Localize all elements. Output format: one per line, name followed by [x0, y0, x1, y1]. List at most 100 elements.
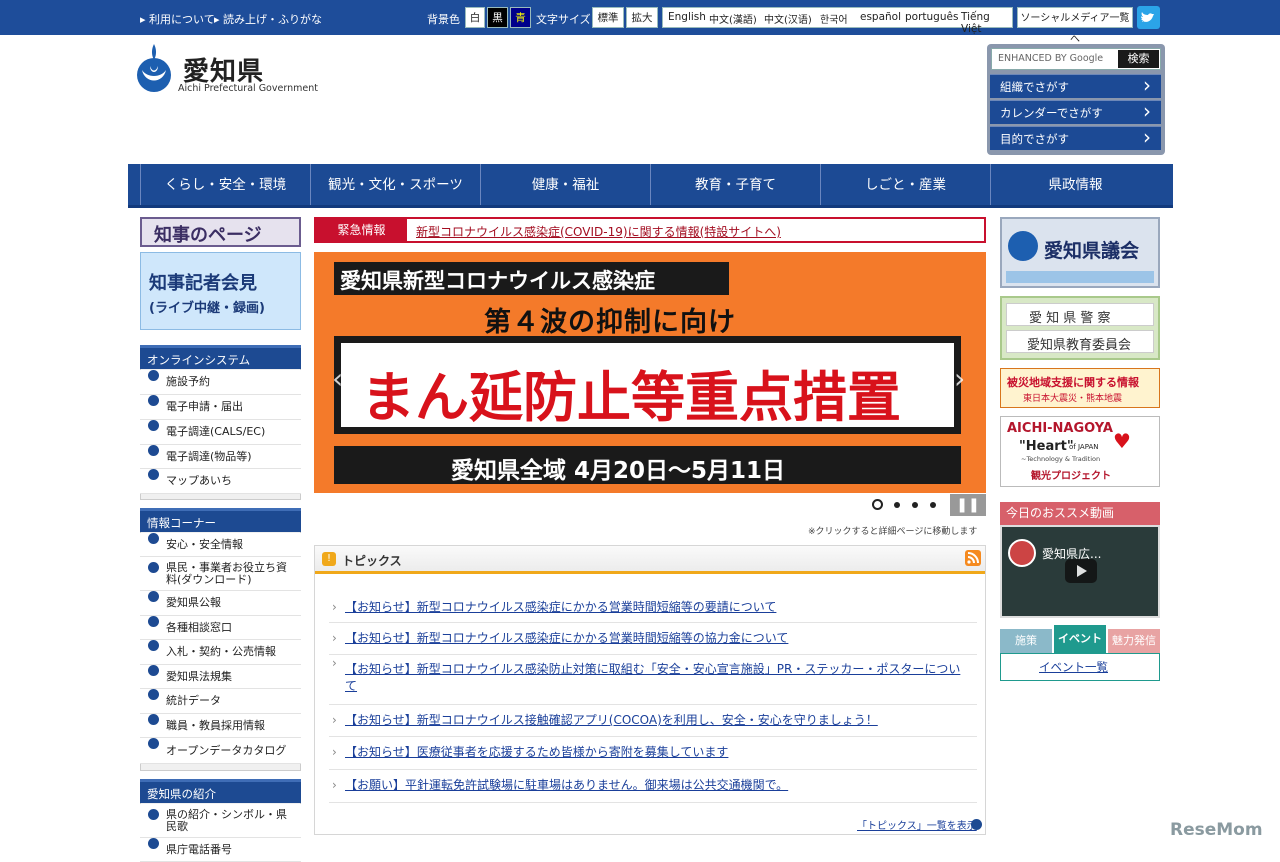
- slide-line4: 愛知県全域 4月20日～5月11日: [451, 458, 786, 484]
- search-by-purpose[interactable]: 目的でさがす: [990, 125, 1161, 150]
- twitter-icon[interactable]: [1137, 6, 1160, 29]
- aichi-nagoya-banner[interactable]: AICHI-NAGOYA "Heart" of JAPAN ~Technolog…: [1000, 416, 1160, 487]
- main-slider[interactable]: 愛知県新型コロナウイルス感染症 第４波の抑制に向け まん延防止等重点措置 愛知県…: [314, 252, 986, 493]
- assembly-banner[interactable]: 愛知県議会: [1000, 217, 1160, 288]
- press-conference-banner[interactable]: 知事記者会見 (ライブ中継・録画): [140, 252, 301, 330]
- site-subtitle: Aichi Prefectural Government: [178, 83, 318, 94]
- online-item-goods[interactable]: 電子調達(物品等): [140, 445, 301, 469]
- pause-icon[interactable]: ❚❚: [950, 494, 986, 516]
- intro-item-phone[interactable]: 県庁電話番号: [140, 838, 301, 862]
- play-icon[interactable]: [1065, 559, 1097, 583]
- topic-item-5[interactable]: 【お知らせ】医療従事者を応援するため皆様から寄附を募集しています: [329, 737, 977, 770]
- info-corner-title: 情報コーナー: [140, 508, 301, 532]
- topics-header: ! トピックス: [315, 546, 985, 574]
- topic-item-4[interactable]: 【お知らせ】新型コロナウイルス接触確認アプリ(COCOA)を利用し、安全・安心を…: [329, 705, 977, 737]
- lang-zh-tw[interactable]: 中文(漢語): [709, 11, 757, 26]
- bg-white-button[interactable]: 白: [465, 7, 485, 28]
- info-item-laws[interactable]: 愛知県法規集: [140, 665, 301, 689]
- topics-panel: ! トピックス 【お知らせ】新型コロナウイルス感染症にかかる営業時間短縮等の要請…: [314, 545, 986, 835]
- nav-work[interactable]: しごと・産業: [820, 164, 990, 205]
- rss-icon[interactable]: [965, 550, 981, 566]
- info-item-recruitment[interactable]: 職員・教員採用情報: [140, 714, 301, 738]
- video-thumbnail[interactable]: 愛知県広...: [1002, 527, 1158, 616]
- bg-black-button[interactable]: 黒: [487, 7, 508, 28]
- slide-next-icon[interactable]: ›: [954, 362, 965, 395]
- education-board-label: 愛知県教育委員会: [1027, 338, 1132, 353]
- education-board-link[interactable]: 愛知県教育委員会: [1006, 330, 1154, 353]
- topic-item-1[interactable]: 【お知らせ】新型コロナウイルス感染症にかかる営業時間短縮等の要請について: [329, 594, 977, 623]
- online-item-cals[interactable]: 電子調達(CALS/EC): [140, 420, 301, 445]
- info-item-opendata[interactable]: オープンデータカタログ: [140, 738, 301, 764]
- nav-health[interactable]: 健康・福祉: [480, 164, 650, 205]
- aichi-line2b: of JAPAN: [1069, 443, 1099, 451]
- reading-link[interactable]: ▸ 読み上げ・ふりがな: [214, 11, 322, 27]
- slide-line2: 第４波の抑制に向け: [484, 307, 736, 338]
- slide-line1-box: 愛知県新型コロナウイルス感染症: [334, 262, 729, 295]
- site-search-form: ENHANCED BY Google 検索: [991, 48, 1161, 70]
- lang-zh-cn[interactable]: 中文(汉语): [764, 11, 812, 26]
- emergency-link[interactable]: 新型コロナウイルス感染症(COVID-19)に関する情報(特設サイトへ): [416, 223, 781, 240]
- slide-dot-4[interactable]: [930, 502, 936, 508]
- slide-line3-box: まん延防止等重点措置: [334, 336, 961, 434]
- watermark-logo: ReseMom: [1170, 820, 1263, 840]
- recommended-video-box: 今日のおススメ動画 愛知県広...: [1000, 502, 1160, 618]
- online-item-facility[interactable]: 施設予約: [140, 370, 301, 395]
- tab-policy[interactable]: 施策: [1000, 629, 1052, 653]
- usage-label: 利用について: [149, 13, 215, 26]
- disaster-support-banner[interactable]: 被災地域支援に関する情報 東日本大震災・熊本地震: [1000, 368, 1160, 408]
- info-item-safety[interactable]: 安心・安全情報: [140, 533, 301, 557]
- info-item-bidding[interactable]: 入札・契約・公売情報: [140, 640, 301, 665]
- topic-item-3[interactable]: 【お知らせ】新型コロナウイルス感染防止対策に取組む「安全・安心宣言施設」PR・ス…: [329, 655, 977, 705]
- usage-link[interactable]: ▸ 利用について: [140, 11, 215, 27]
- tab-attraction[interactable]: 魅力発信: [1108, 629, 1160, 653]
- bg-blue-button[interactable]: 青: [510, 7, 531, 28]
- topics-icon: !: [322, 552, 336, 566]
- info-item-statistics[interactable]: 統計データ: [140, 689, 301, 714]
- intro-title: 愛知県の紹介: [140, 779, 301, 803]
- slide-line1: 愛知県新型コロナウイルス感染症: [340, 269, 655, 293]
- event-list-link[interactable]: イベント一覧: [1039, 659, 1108, 675]
- police-link[interactable]: 愛 知 県 警 察: [1006, 303, 1154, 326]
- slide-line3: まん延防止等重点措置: [361, 366, 901, 429]
- font-standard-button[interactable]: 標準: [592, 7, 624, 28]
- tab-event[interactable]: イベント: [1054, 625, 1106, 653]
- online-item-map[interactable]: マップあいち: [140, 469, 301, 494]
- slide-dot-1[interactable]: [872, 499, 883, 510]
- info-item-gazette[interactable]: 愛知県公報: [140, 591, 301, 616]
- lang-spanish[interactable]: español: [860, 11, 901, 23]
- topics-more-link[interactable]: 「トピックス」一覧を表示: [857, 817, 977, 832]
- topic-item-6[interactable]: 【お願い】平針運転免許試験場に駐車場はありません。御来場は公共交通機関で。: [329, 770, 977, 803]
- lang-english[interactable]: English: [668, 11, 706, 23]
- intro-item-symbols[interactable]: 県の紹介・シンボル・県民歌: [140, 804, 301, 838]
- lang-portuguese[interactable]: português: [905, 11, 958, 23]
- video-title: 今日のおススメ動画: [1000, 502, 1160, 525]
- top-utility-bar: ▸ 利用について ▸ 読み上げ・ふりがな 背景色 白 黒 青 文字サイズ 標準 …: [0, 0, 1280, 45]
- governor-page-banner[interactable]: 知事のページ: [140, 217, 301, 247]
- font-large-button[interactable]: 拡大: [626, 7, 658, 28]
- nav-education[interactable]: 教育・子育て: [650, 164, 820, 205]
- slide-prev-icon[interactable]: ‹: [332, 362, 343, 395]
- aichi-line3: ~Technology & Tradition: [1021, 455, 1101, 463]
- topics-more-icon: [971, 819, 982, 830]
- lang-korean[interactable]: 한국어: [820, 11, 848, 26]
- disaster-line2: 東日本大震災・熊本地震: [1023, 394, 1123, 404]
- social-media-button[interactable]: ソーシャルメディア一覧へ: [1017, 7, 1133, 45]
- search-by-organization[interactable]: 組織でさがす: [990, 73, 1161, 98]
- slide-dot-2[interactable]: [894, 502, 900, 508]
- search-button[interactable]: 検索: [1118, 50, 1159, 68]
- search-by-calendar[interactable]: カレンダーでさがす: [990, 99, 1161, 124]
- search-input[interactable]: [992, 49, 1117, 69]
- online-item-application[interactable]: 電子申請・届出: [140, 395, 301, 420]
- nav-living[interactable]: くらし・安全・環境: [140, 164, 310, 205]
- nav-government[interactable]: 県政情報: [990, 164, 1160, 205]
- slide-dot-3[interactable]: [912, 502, 918, 508]
- topic-item-2[interactable]: 【お知らせ】新型コロナウイルス感染症にかかる営業時間短縮等の協力金について: [329, 623, 977, 655]
- event-list-panel: イベント一覧: [1000, 653, 1160, 681]
- info-item-consultation[interactable]: 各種相談窓口: [140, 616, 301, 640]
- info-item-downloads[interactable]: 県民・事業者お役立ち資料(ダウンロード): [140, 557, 301, 591]
- nav-tourism[interactable]: 観光・文化・スポーツ: [310, 164, 480, 205]
- aichi-line4: 観光プロジェクト: [1031, 471, 1111, 482]
- channel-avatar: [1008, 539, 1036, 567]
- lang-vietnamese[interactable]: Tiếng Việt: [961, 11, 1012, 35]
- event-tabs-box: 施策 イベント 魅力発信 イベント一覧: [1000, 625, 1160, 681]
